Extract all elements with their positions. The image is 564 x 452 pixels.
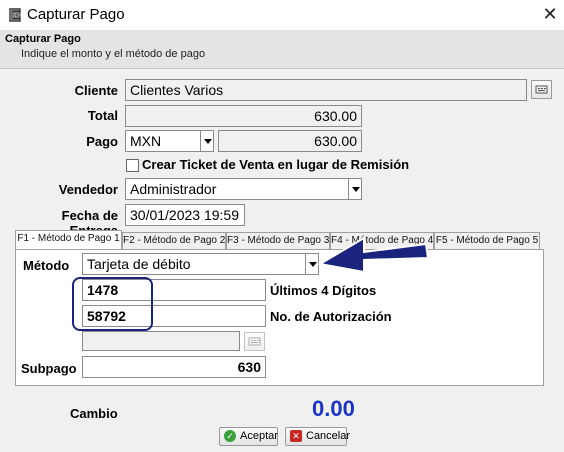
- ticket-checkbox-label: Crear Ticket de Venta en lugar de Remisi…: [142, 157, 410, 172]
- cliente-label: Cliente: [74, 83, 118, 98]
- header-title: Capturar Pago: [5, 33, 81, 45]
- cancel-button[interactable]: ✕ Cancelar: [285, 427, 351, 446]
- accept-label: Aceptar: [240, 430, 278, 442]
- ticket-checkbox[interactable]: [126, 159, 139, 172]
- app-icon: [9, 8, 21, 22]
- accept-button[interactable]: ✓ Aceptar: [219, 427, 278, 446]
- vendedor-label: Vendedor: [58, 182, 118, 197]
- search-client-button[interactable]: [531, 80, 552, 99]
- keypad-icon: [535, 85, 548, 94]
- keypad-icon: [248, 337, 261, 346]
- chevron-down-icon[interactable]: [348, 179, 361, 199]
- chevron-down-icon[interactable]: [200, 131, 213, 151]
- tab-metodo-pago-3[interactable]: F3 - Método de Pago 3: [226, 232, 330, 249]
- fecha-field[interactable]: 30/01/2023 19:59: [125, 204, 245, 226]
- vendedor-select[interactable]: Administrador: [125, 178, 362, 200]
- header-subtitle: Indique el monto y el método de pago: [21, 48, 206, 60]
- cambio-label: Cambio: [70, 406, 118, 421]
- cancel-icon: ✕: [290, 430, 302, 442]
- extra-field: [82, 331, 240, 351]
- check-icon: ✓: [224, 430, 236, 442]
- tab-metodo-pago-5[interactable]: F5 - Método de Pago 5: [434, 232, 540, 249]
- metodo-value: Tarjeta de débito: [87, 256, 191, 272]
- metodo-label: Método: [23, 258, 70, 273]
- highlight-box: [72, 277, 153, 331]
- last-digits-label: Últimos 4 Dígitos: [270, 283, 377, 298]
- annotation-arrow-icon: [318, 236, 430, 272]
- tab-metodo-pago-2[interactable]: F2 - Método de Pago 2: [122, 232, 226, 249]
- pago-amount-field: 630.00: [218, 130, 362, 152]
- cambio-value: 0.00: [312, 396, 355, 421]
- tab-metodo-pago-1[interactable]: F1 - Método de Pago 1: [15, 230, 122, 250]
- keypad-button[interactable]: [244, 332, 265, 351]
- close-icon[interactable]: ✕: [540, 4, 560, 24]
- metodo-select[interactable]: Tarjeta de débito: [82, 253, 319, 275]
- subpago-label: Subpago: [21, 361, 77, 376]
- cancel-label: Cancelar: [306, 430, 351, 442]
- currency-value: MXN: [130, 133, 162, 149]
- cliente-field[interactable]: Clientes Varios: [125, 79, 527, 101]
- authorization-label: No. de Autorización: [270, 309, 392, 324]
- subpago-field[interactable]: 630: [82, 356, 266, 378]
- window-title: Capturar Pago: [27, 6, 125, 23]
- chevron-down-icon[interactable]: [305, 254, 318, 274]
- currency-select[interactable]: MXN: [125, 130, 214, 152]
- total-field: 630.00: [125, 105, 362, 127]
- pago-label: Pago: [86, 134, 118, 149]
- vendedor-value: Administrador: [130, 181, 217, 197]
- total-label: Total: [87, 108, 118, 123]
